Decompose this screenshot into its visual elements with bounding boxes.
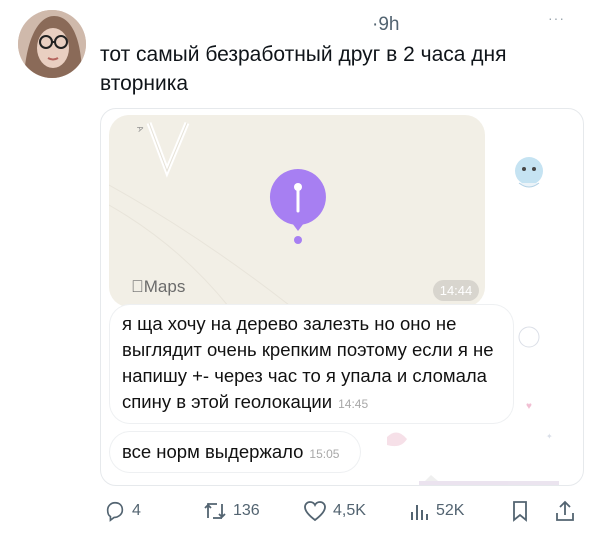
map-timestamp: 14:44 [433, 280, 479, 301]
share-icon [556, 500, 574, 521]
media-screenshot[interactable]: ♥ ✦ A Maps 14:44 я ща хочу на дерево [100, 108, 584, 486]
avatar[interactable] [18, 10, 86, 78]
maps-logo: Maps [131, 277, 185, 296]
views-chart-icon [411, 505, 428, 520]
reply-icon [106, 501, 124, 522]
bookmark-button[interactable] [510, 500, 536, 522]
reply-button[interactable]: 4 [104, 500, 141, 522]
location-pin-icon[interactable] [269, 167, 327, 247]
reply-count: 4 [132, 502, 141, 519]
retweet-icon [204, 502, 226, 520]
apple-icon:  [131, 277, 144, 296]
like-button[interactable]: 4,5K [303, 500, 366, 522]
message-time: 15:05 [309, 447, 340, 461]
message-bubble[interactable]: я ща хочу на дерево залезть но оно не вы… [110, 305, 513, 423]
retweet-count: 136 [233, 502, 260, 519]
bookmark-icon [513, 501, 527, 522]
svg-text:♥: ♥ [526, 401, 532, 412]
heart-icon [304, 501, 326, 522]
views-count: 52K [436, 502, 465, 519]
share-button[interactable] [554, 500, 582, 522]
views-button[interactable]: 52K [408, 500, 464, 522]
tweet-actions: 4 136 4,5K 52K [0, 498, 600, 526]
svg-text:✦: ✦ [546, 432, 553, 441]
message-time: 14:45 [338, 397, 369, 411]
map-preview[interactable]: A Maps 14:44 [109, 115, 485, 307]
message-text: я ща хочу на дерево залезть но оно не вы… [122, 313, 494, 412]
svg-text:A: A [135, 125, 146, 134]
tweet-text: тот самый безработный друг в 2 часа дня … [100, 43, 507, 95]
message-bubble[interactable]: все норм выдержало 15:05 [110, 432, 360, 472]
more-options-icon[interactable]: ··· [548, 10, 565, 26]
message-text: все норм выдержало [122, 441, 304, 462]
retweet-button[interactable]: 136 [203, 500, 260, 522]
tweet-time[interactable]: ·9h [372, 14, 399, 36]
like-count: 4,5K [333, 502, 366, 519]
